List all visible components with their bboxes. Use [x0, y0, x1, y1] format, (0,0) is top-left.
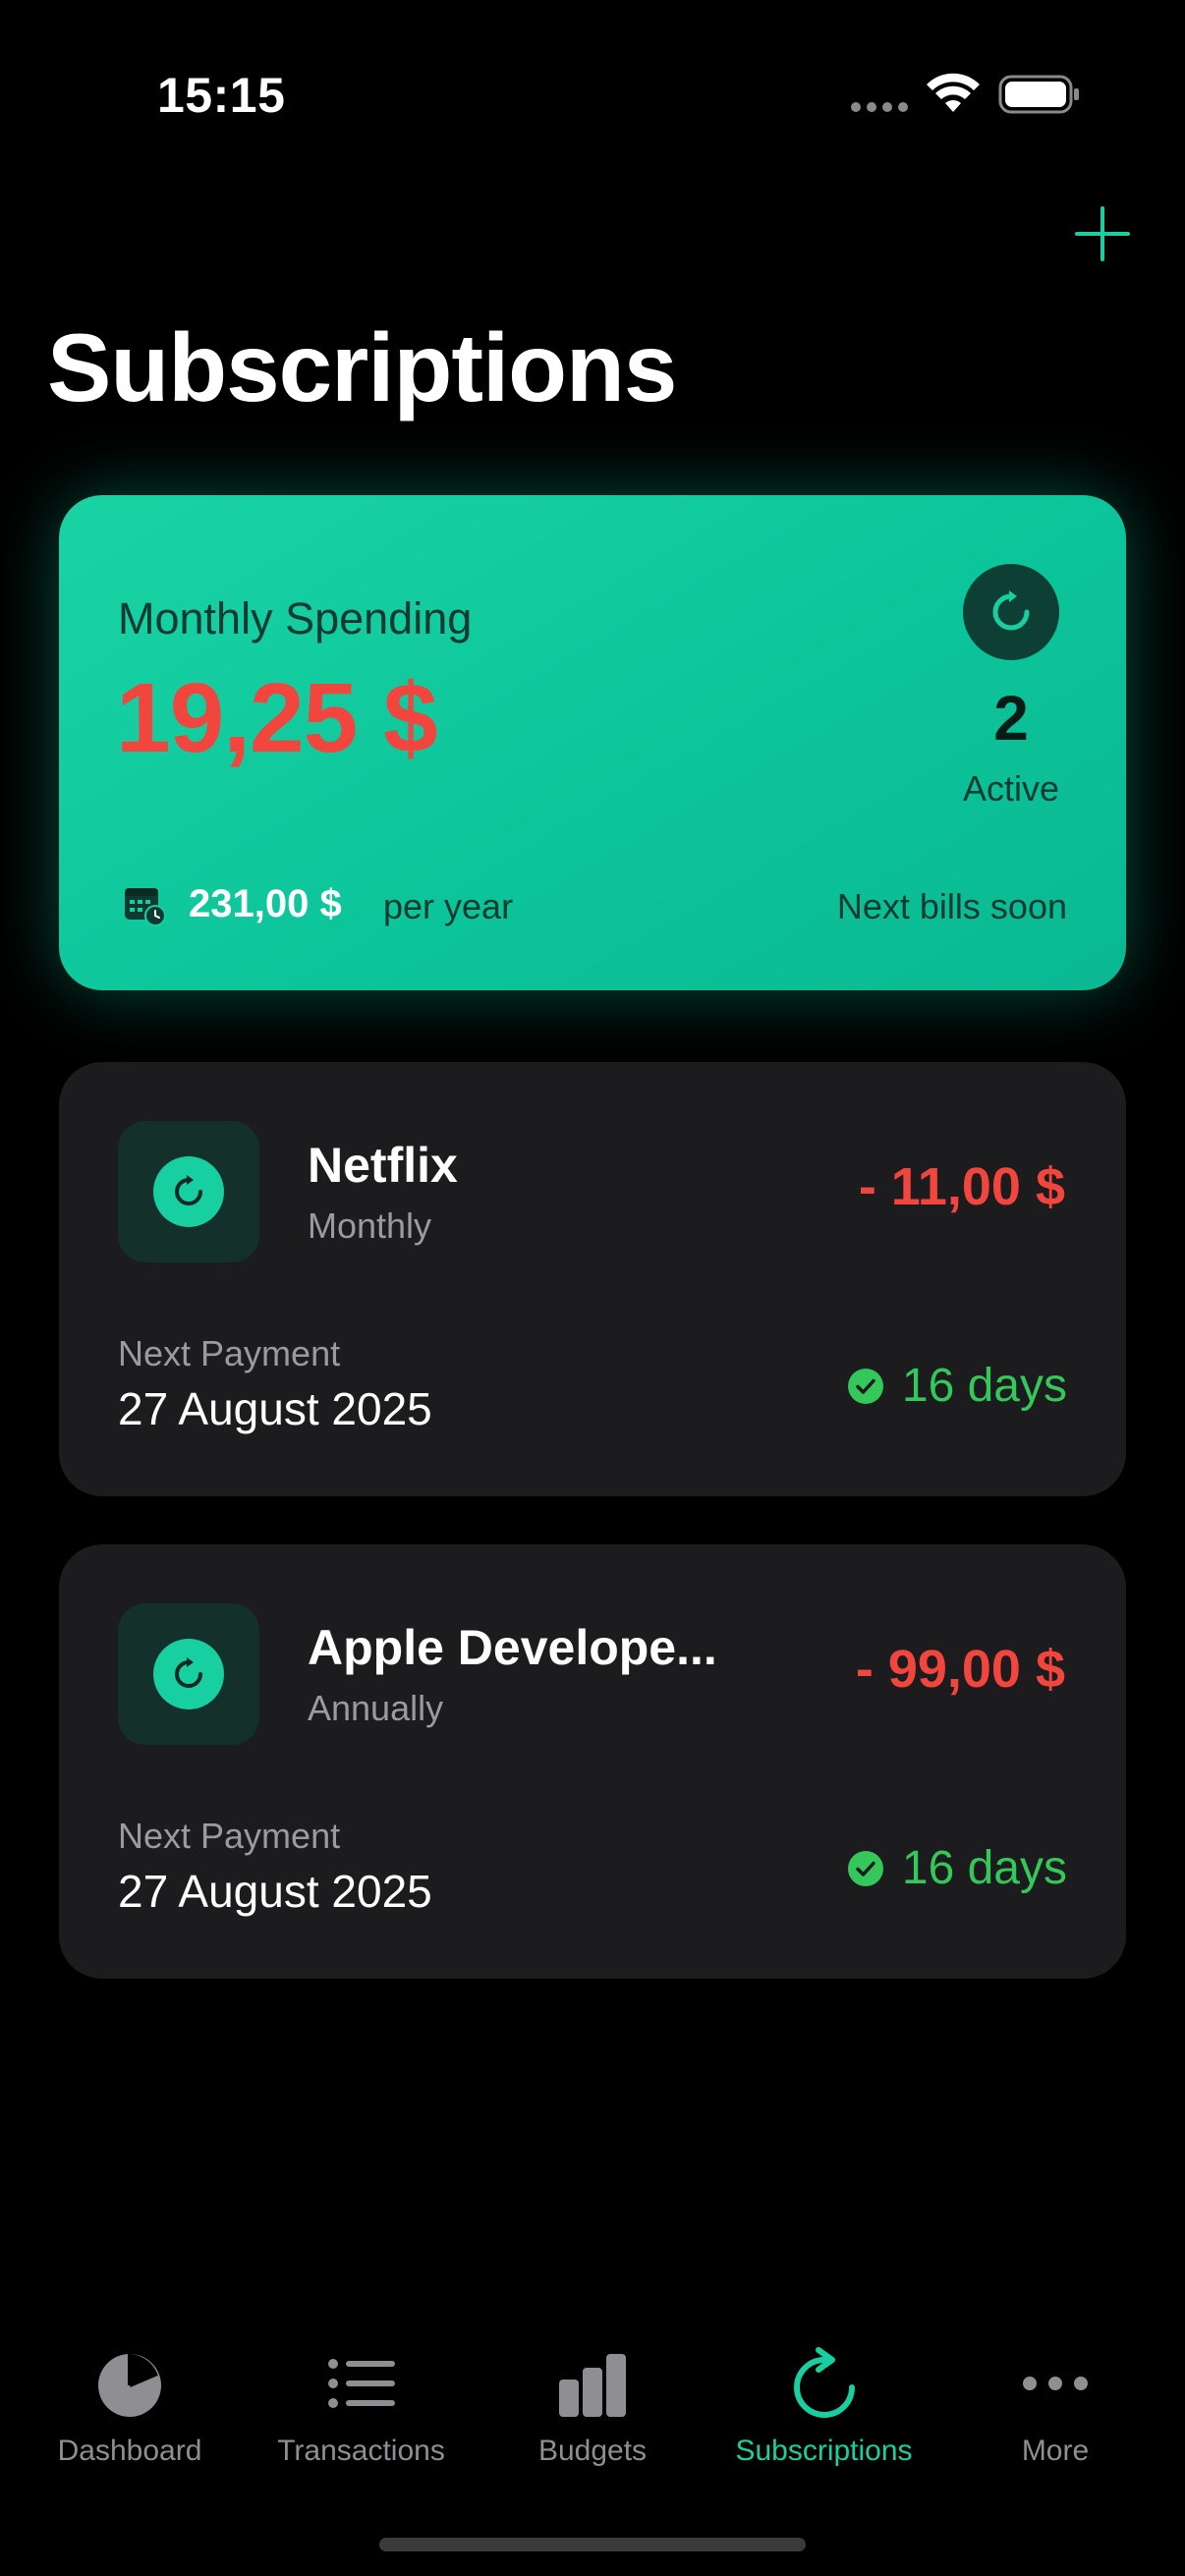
home-indicator — [379, 2538, 806, 2551]
next-payment-label: Next Payment — [118, 1816, 341, 1856]
refresh-icon — [153, 1156, 224, 1227]
yearly-suffix: per year — [383, 886, 514, 926]
check-circle-icon — [847, 1368, 883, 1404]
next-payment-date: 27 August 2025 — [118, 1866, 432, 1917]
monthly-spending-card: Monthly Spending 19,25 $ 2 Active 231,00… — [59, 495, 1126, 990]
tab-bar: Dashboard Transactions Budgets Subscript… — [0, 2319, 1185, 2495]
check-circle-icon — [847, 1850, 883, 1886]
tab-label: Budgets — [537, 2435, 648, 2467]
signal-dots-icon — [851, 102, 908, 112]
refresh-icon — [153, 1639, 224, 1709]
bar-chart-icon — [559, 2354, 626, 2417]
tab-budgets[interactable]: Budgets — [484, 2319, 701, 2495]
battery-icon — [998, 75, 1079, 114]
wifi-icon — [927, 73, 980, 112]
subscription-cycle: Annually — [308, 1688, 444, 1728]
tab-dashboard[interactable]: Dashboard — [22, 2319, 238, 2495]
subscription-app-tile — [118, 1603, 259, 1745]
days-remaining: 16 days — [847, 1359, 1067, 1413]
next-payment-date: 27 August 2025 — [118, 1383, 432, 1434]
subscription-amount: - 11,00 $ — [858, 1157, 1065, 1216]
tab-label: Dashboard — [57, 2435, 202, 2467]
active-label: Active — [962, 768, 1060, 809]
subscription-card-apple-developer[interactable]: Apple Develope... Annually - 99,00 $ Nex… — [59, 1544, 1126, 1979]
refresh-icon — [793, 2347, 855, 2418]
tab-more[interactable]: More — [947, 2319, 1163, 2495]
tab-transactions[interactable]: Transactions — [254, 2319, 470, 2495]
add-subscription-button[interactable] — [1071, 202, 1134, 265]
subscription-app-tile — [118, 1121, 259, 1262]
plus-icon — [1075, 206, 1130, 261]
subscription-amount: - 99,00 $ — [855, 1640, 1065, 1699]
yearly-amount: 231,00 $ — [189, 882, 342, 925]
next-payment-label: Next Payment — [118, 1333, 341, 1373]
tab-label: More — [1021, 2435, 1090, 2467]
calendar-clock-icon — [125, 888, 166, 926]
tab-label: Transactions — [277, 2435, 445, 2467]
refresh-icon — [963, 564, 1059, 660]
page-title: Subscriptions — [47, 313, 677, 421]
pie-chart-icon — [98, 2354, 161, 2417]
more-dots-icon — [1023, 2377, 1088, 2390]
days-remaining: 16 days — [847, 1841, 1067, 1895]
days-remaining-text: 16 days — [901, 1842, 1067, 1894]
subscription-cycle: Monthly — [308, 1205, 432, 1246]
monthly-spending-label: Monthly Spending — [118, 593, 473, 644]
status-time: 15:15 — [157, 68, 286, 123]
subscription-name: Netflix — [308, 1138, 458, 1193]
tab-label: Subscriptions — [735, 2435, 913, 2467]
status-bar: 15:15 — [0, 0, 1185, 187]
monthly-spending-amount: 19,25 $ — [116, 663, 438, 773]
subscription-name: Apple Develope... — [308, 1620, 717, 1675]
active-count: 2 — [993, 683, 1029, 754]
next-bills-status: Next bills soon — [836, 886, 1067, 926]
days-remaining-text: 16 days — [901, 1360, 1067, 1412]
tab-subscriptions[interactable]: Subscriptions — [716, 2319, 932, 2495]
list-icon — [327, 2359, 395, 2408]
subscription-card-netflix[interactable]: Netflix Monthly - 11,00 $ Next Payment 2… — [59, 1062, 1126, 1496]
